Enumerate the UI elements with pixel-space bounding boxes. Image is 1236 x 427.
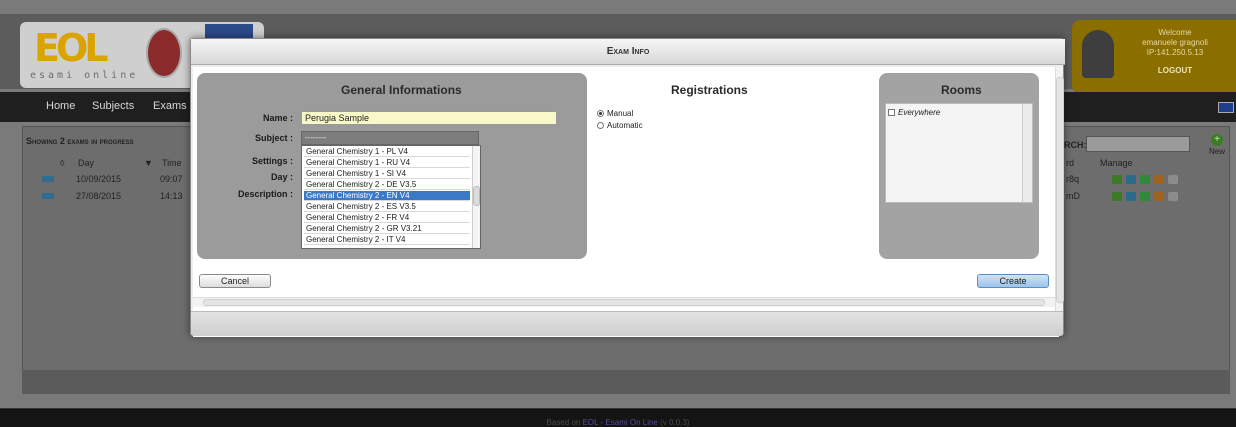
scroll-thumb[interactable] [203, 299, 1045, 306]
column-day[interactable]: Day [78, 158, 94, 168]
footer-link[interactable]: EOL - Esami On Line [583, 418, 658, 427]
automatic-label: Automatic [607, 121, 643, 130]
registrations-title: Registrations [671, 83, 748, 97]
row-day: 10/09/2015 [76, 174, 122, 184]
subject-option[interactable]: General Chemistry 2 - DE V3.5 [304, 180, 470, 190]
users-icon[interactable] [1126, 192, 1136, 201]
name-label: Name : [262, 113, 293, 123]
subject-option[interactable]: General Chemistry 1 - RU V4 [304, 158, 470, 168]
rooms-list[interactable]: Everywhere [885, 103, 1033, 203]
edit-icon[interactable] [1112, 192, 1122, 201]
archive-icon[interactable] [1154, 175, 1164, 184]
welcome-ip: IP:141.250.5.13 [1146, 48, 1204, 57]
sort-icon[interactable]: ◊ [60, 158, 64, 168]
users-icon[interactable] [1126, 175, 1136, 184]
radio-icon[interactable] [597, 122, 604, 129]
scroll-thumb[interactable] [1056, 77, 1064, 303]
sort-desc-icon[interactable]: ▼ [144, 158, 153, 168]
list-bottom-bar [22, 370, 1230, 394]
subject-option[interactable]: General Chemistry 2 - FR V4 [304, 213, 470, 223]
description-label: Description : [237, 189, 293, 199]
cancel-button[interactable]: Cancel [199, 274, 271, 288]
name-field[interactable]: Perugia Sample [301, 111, 557, 125]
new-label: New [1208, 147, 1225, 156]
row-time: 09:07 [160, 174, 183, 184]
edit-icon[interactable] [1112, 175, 1122, 184]
footer-text: Based on EOL - Esami On Line (v 0.0.3) [0, 418, 1236, 427]
subject-option-selected[interactable]: General Chemistry 2 - EN V4 [304, 191, 470, 201]
row-time: 14:13 [160, 191, 183, 201]
rooms-title: Rooms [941, 83, 982, 97]
exam-list-heading: Showing 2 exams in progress [26, 136, 134, 146]
welcome-greeting: Welcome [1158, 28, 1192, 37]
trash-icon[interactable] [1168, 192, 1178, 201]
settings-label: Settings : [251, 156, 293, 166]
eu-flag-icon [205, 24, 253, 38]
dialog-horizontal-scrollbar[interactable] [193, 297, 1055, 307]
trash-icon[interactable] [1168, 175, 1178, 184]
exam-info-dialog: Exam Info General Informations Name : Pe… [190, 38, 1065, 337]
search-input[interactable] [1086, 136, 1190, 152]
university-seal-icon [146, 28, 182, 78]
plus-icon: + [1211, 134, 1223, 146]
start-icon[interactable] [1140, 175, 1150, 184]
eol-logo: EOL [34, 26, 109, 70]
subject-select[interactable]: -------- [301, 131, 479, 145]
uk-flag-icon[interactable] [1218, 102, 1234, 113]
welcome-user: emanuele gragnoli [1142, 38, 1208, 47]
subject-listbox[interactable]: General Chemistry 1 - PL V4 General Chem… [301, 145, 481, 249]
registration-manual[interactable]: Manual [597, 109, 633, 118]
rooms-scrollbar[interactable] [1022, 104, 1032, 202]
footer-prefix: Based on [546, 418, 581, 427]
new-exam-button[interactable]: + New [1204, 134, 1230, 156]
radio-checked-icon[interactable] [597, 110, 604, 117]
avatar [1082, 30, 1114, 78]
subject-option[interactable]: General Chemistry 2 - GR V3.21 [304, 224, 470, 234]
listbox-scrollbar[interactable] [472, 146, 480, 248]
exam-status-icon[interactable] [42, 193, 54, 199]
everywhere-option[interactable]: Everywhere [888, 108, 940, 117]
nav-home[interactable]: Home [46, 100, 75, 112]
checkbox-icon[interactable] [888, 109, 895, 116]
exam-status-icon[interactable] [42, 176, 54, 182]
archive-icon[interactable] [1154, 192, 1164, 201]
row-password: mD [1066, 191, 1080, 201]
welcome-info: Welcome emanuele gragnoli IP:141.250.5.1… [1120, 28, 1230, 76]
column-password: rd [1066, 158, 1075, 168]
general-info-title: General Informations [341, 83, 462, 97]
column-time[interactable]: Time [162, 158, 182, 168]
manual-label: Manual [607, 109, 634, 118]
search-label: RCH: [1064, 140, 1087, 150]
scroll-thumb[interactable] [473, 186, 480, 206]
everywhere-label: Everywhere [898, 108, 941, 117]
dialog-title[interactable]: Exam Info [191, 39, 1065, 65]
subject-label: Subject : [254, 133, 293, 143]
nav-exams[interactable]: Exams [153, 100, 187, 112]
row-day: 27/08/2015 [76, 191, 122, 201]
subject-option[interactable]: General Chemistry 2 - IT V4 [304, 235, 470, 245]
row-password: r8q [1066, 174, 1080, 184]
logout-link[interactable]: LOGOUT [1120, 66, 1230, 76]
subject-option[interactable]: General Chemistry 2 - ES V3.5 [304, 202, 470, 212]
logo-subtitle: esami online [30, 70, 139, 81]
subject-option[interactable]: General Chemistry 1 - PL V4 [304, 147, 470, 157]
subject-option[interactable]: General Chemistry 1 - SI V4 [304, 169, 470, 179]
nav-subjects[interactable]: Subjects [92, 100, 134, 112]
footer-version: (v 0.0.3) [660, 418, 690, 427]
column-manage: Manage [1100, 158, 1133, 168]
dialog-footer [191, 311, 1063, 336]
dialog-vertical-scrollbar[interactable] [1055, 67, 1064, 311]
registration-automatic[interactable]: Automatic [597, 121, 643, 130]
day-label: Day : [270, 172, 293, 182]
start-icon[interactable] [1140, 192, 1150, 201]
create-button[interactable]: Create [977, 274, 1049, 288]
